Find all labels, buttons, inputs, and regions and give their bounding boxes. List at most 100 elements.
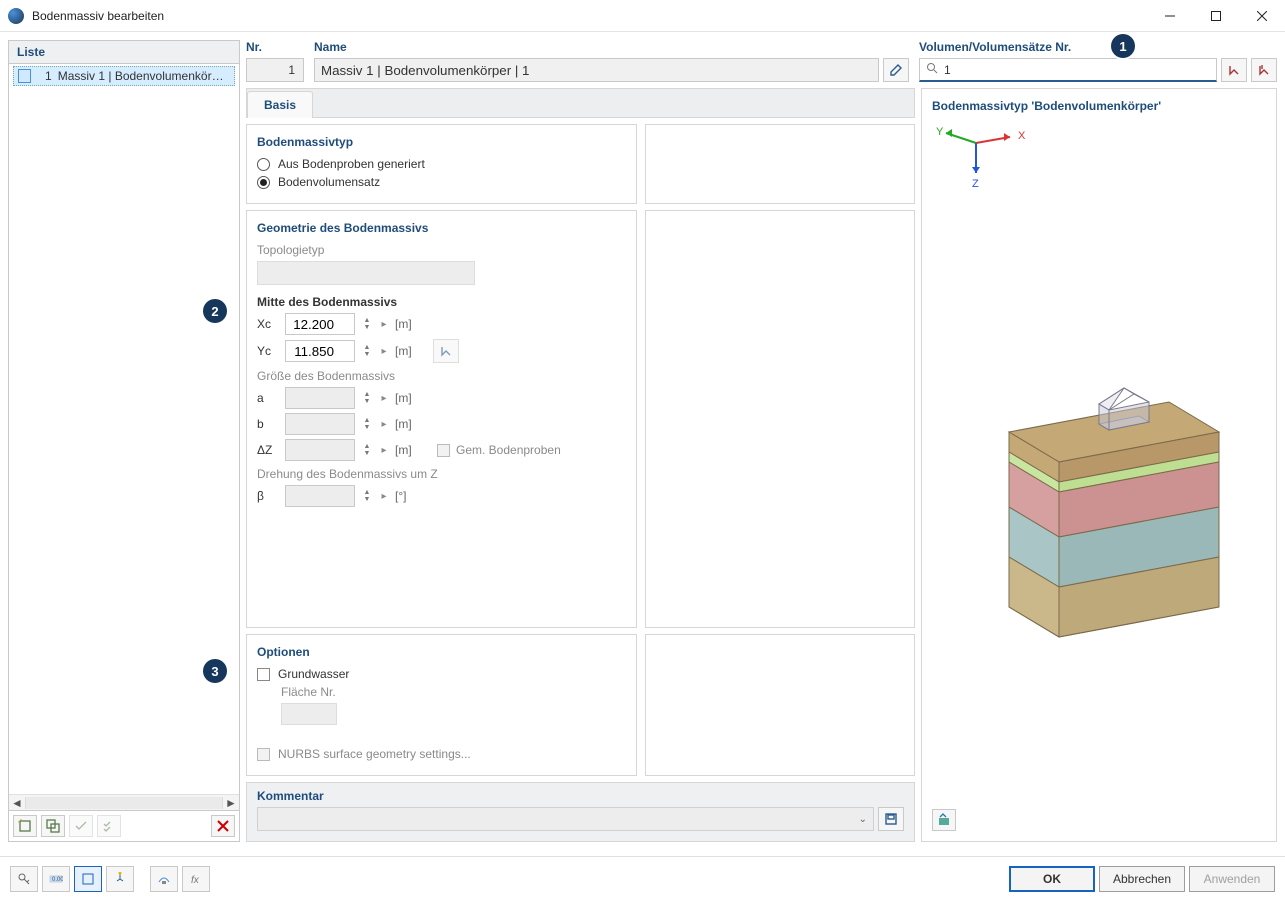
gem-label: Gem. Bodenproben — [456, 443, 561, 457]
radio-samples-label: Aus Bodenproben generiert — [278, 157, 425, 171]
unit-m: [m] — [395, 317, 415, 331]
edit-name-button[interactable] — [883, 58, 909, 82]
aux-tool-1-icon[interactable] — [150, 866, 178, 892]
dz-spinner: ▲▼ — [361, 439, 373, 461]
preview-panel: Bodenmassivtyp 'Bodenvolumenkörper' X Y … — [921, 88, 1277, 842]
radio-volume-set[interactable]: Bodenvolumensatz — [257, 175, 626, 189]
unit-deg: [°] — [395, 489, 415, 503]
nr-input[interactable]: 1 — [246, 58, 304, 82]
preview-tool-button[interactable] — [932, 809, 956, 831]
volume-input[interactable]: 1 — [919, 58, 1217, 82]
cancel-button[interactable]: Abbrechen — [1099, 866, 1185, 892]
scroll-right-icon[interactable]: ► — [223, 795, 239, 811]
delete-button[interactable] — [211, 815, 235, 837]
list-body[interactable]: 1 Massiv 1 | Bodenvolumenkörper | 1 — [9, 64, 239, 794]
radio-samples[interactable]: Aus Bodenproben generiert — [257, 157, 626, 171]
volume-label: Volumen/Volumensätze Nr. — [919, 40, 1277, 54]
options-panel: Optionen 3 Grundwasser Fläche Nr. NURBS … — [246, 634, 637, 776]
beta-input — [285, 485, 355, 507]
pick-multi-button[interactable] — [1251, 58, 1277, 82]
chevron-down-icon: ⌄ — [859, 814, 867, 825]
comment-panel: Kommentar ⌄ — [246, 782, 915, 842]
list-header: Liste — [9, 41, 239, 64]
list-item-number: 1 — [37, 69, 52, 83]
a-spinner: ▲▼ — [361, 387, 373, 409]
name-label: Name — [314, 40, 909, 54]
unit-m: [m] — [395, 391, 415, 405]
size-label: Größe des Bodenmassivs — [257, 369, 626, 383]
name-input[interactable] — [314, 58, 879, 82]
units-tool-icon[interactable]: 0.00 — [42, 866, 70, 892]
list-panel: Liste 1 Massiv 1 | Bodenvolumenkörper | … — [8, 40, 240, 842]
search-icon — [926, 62, 938, 77]
side-panel-bottom — [645, 634, 915, 776]
xc-spinner[interactable]: ▲▼ — [361, 313, 373, 335]
copy-button[interactable] — [41, 815, 65, 837]
apply-button[interactable]: Anwenden — [1189, 866, 1275, 892]
topology-combo[interactable] — [257, 261, 475, 285]
new-button[interactable] — [13, 815, 37, 837]
b-spinner: ▲▼ — [361, 413, 373, 435]
view-tool-icon[interactable] — [74, 866, 102, 892]
window-minimize-button[interactable] — [1147, 0, 1193, 32]
comment-combo[interactable]: ⌄ — [257, 807, 874, 831]
yc-input[interactable] — [285, 340, 355, 362]
topology-label: Topologietyp — [257, 243, 626, 257]
window-maximize-button[interactable] — [1193, 0, 1239, 32]
a-input — [285, 387, 355, 409]
pick-single-button[interactable] — [1221, 58, 1247, 82]
svg-text:0.00: 0.00 — [52, 877, 63, 883]
a-label: a — [257, 391, 279, 405]
groundwater-checkbox[interactable] — [257, 668, 270, 681]
beta-label: β — [257, 489, 279, 503]
window-close-button[interactable] — [1239, 0, 1285, 32]
yc-label: Yc — [257, 344, 279, 358]
header-row: Nr. 1 Name Volumen/Volumensätze Nr. 1 — [246, 40, 1277, 82]
type-section-title: Bodenmassivtyp — [257, 135, 626, 149]
svg-text:fx: fx — [191, 875, 200, 886]
soil-3d-icon[interactable] — [932, 191, 1266, 803]
xc-step-icon[interactable]: ▸ — [379, 319, 389, 330]
check-button — [69, 815, 93, 837]
list-hscrollbar[interactable]: ◄ ► — [9, 794, 239, 810]
nurbs-checkbox — [257, 748, 270, 761]
unit-m: [m] — [395, 443, 415, 457]
app-icon — [8, 8, 24, 24]
unit-m: [m] — [395, 417, 415, 431]
type-panel: Bodenmassivtyp Aus Bodenproben generiert… — [246, 124, 637, 204]
window-title: Bodenmassiv bearbeiten — [32, 9, 1147, 23]
xc-label: Xc — [257, 317, 279, 331]
model-tool-icon[interactable] — [106, 866, 134, 892]
scroll-track[interactable] — [25, 797, 223, 809]
xc-input[interactable] — [285, 313, 355, 335]
yc-spinner[interactable]: ▲▼ — [361, 340, 373, 362]
dz-input — [285, 439, 355, 461]
center-label: Mitte des Bodenmassivs — [257, 295, 626, 309]
key-tool-icon[interactable] — [10, 866, 38, 892]
area-input — [281, 703, 337, 725]
radio-icon — [257, 158, 270, 171]
callout-2: 2 — [203, 299, 227, 323]
a-step-icon: ▸ — [379, 393, 389, 404]
scroll-left-icon[interactable]: ◄ — [9, 795, 25, 811]
svg-text:Z: Z — [972, 178, 979, 190]
tab-basis[interactable]: Basis — [247, 91, 313, 118]
list-item[interactable]: 1 Massiv 1 | Bodenvolumenkörper | 1 — [13, 66, 235, 86]
b-input — [285, 413, 355, 435]
nurbs-label: NURBS surface geometry settings... — [278, 747, 471, 761]
svg-text:Y: Y — [936, 126, 944, 138]
beta-spinner: ▲▼ — [361, 485, 373, 507]
yc-step-icon[interactable]: ▸ — [379, 346, 389, 357]
pick-point-button[interactable] — [433, 339, 459, 363]
ok-button[interactable]: OK — [1009, 866, 1095, 892]
side-panel-mid — [645, 210, 915, 628]
groundwater-label: Grundwasser — [278, 667, 349, 681]
comment-save-button[interactable] — [878, 807, 904, 831]
list-item-label: Massiv 1 | Bodenvolumenkörper | 1 — [58, 69, 230, 83]
volume-value: 1 — [944, 63, 951, 77]
callout-3: 3 — [203, 659, 227, 683]
dz-label: ΔZ — [257, 443, 279, 457]
aux-tool-2-icon[interactable]: fx — [182, 866, 210, 892]
titlebar: Bodenmassiv bearbeiten — [0, 0, 1285, 32]
gem-checkbox — [437, 444, 450, 457]
